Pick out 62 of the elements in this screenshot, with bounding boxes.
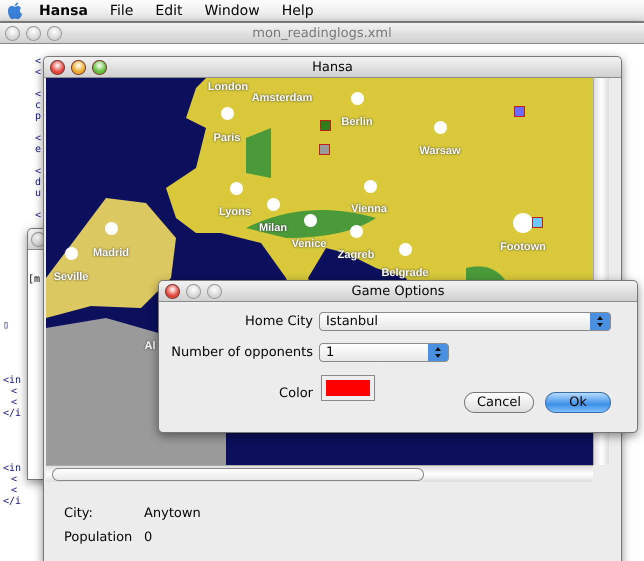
code-fragment: <	[35, 210, 42, 221]
city-label: Seville	[54, 271, 88, 283]
city-label: Paris	[214, 132, 240, 144]
close-button[interactable]	[50, 60, 65, 74]
city-label: Footown	[500, 241, 546, 253]
code-fragment: <	[35, 166, 42, 177]
menu-item[interactable]: Help	[270, 2, 325, 18]
field-label: Color	[278, 386, 313, 401]
code-fragment: <	[35, 89, 42, 100]
field-label: Home City	[244, 314, 313, 329]
menu-item[interactable]: File	[98, 2, 144, 18]
window-title: Hansa	[312, 60, 353, 74]
city-label: Venice	[292, 238, 326, 250]
code-fragment: d	[35, 177, 42, 188]
city-label: Warsaw	[419, 145, 461, 157]
apple-logo-icon[interactable]	[7, 2, 23, 20]
code-fragment: <	[35, 56, 42, 67]
code-fragment: p	[35, 111, 42, 122]
scrollbar-thumb[interactable]	[52, 468, 424, 480]
code-fragment: <in	[3, 463, 22, 474]
code-fragment: <	[10, 474, 18, 485]
code-fragment: ▯	[3, 320, 10, 331]
stepper-arrows-icon	[590, 313, 610, 330]
home-city-dropdown[interactable]: Istanbul	[319, 312, 611, 331]
info-value: Anytown	[144, 506, 202, 521]
horizontal-scrollbar[interactable]	[46, 465, 593, 482]
code-fragment: <	[10, 397, 18, 408]
menu-item[interactable]: Window	[193, 2, 271, 18]
code-fragment: [m	[28, 274, 40, 285]
info-label: City:	[64, 506, 94, 521]
window-title: mon_readinglogs.xml	[252, 26, 392, 40]
zoom-button[interactable]	[92, 60, 107, 74]
city-label: Vienna	[351, 203, 387, 215]
city-label: Berlin	[341, 116, 373, 128]
code-fragment: </i	[3, 408, 22, 419]
code-fragment: c	[35, 100, 42, 111]
window-title: Game Options	[352, 284, 444, 298]
info-label: Population	[64, 530, 134, 545]
city-label: Milan	[258, 222, 288, 234]
stepper-arrows-icon	[428, 344, 448, 361]
menu-item[interactable]: Edit	[144, 2, 194, 18]
info-value: 0	[144, 530, 154, 545]
field-label: Number of opponents	[170, 345, 313, 360]
minimize-button[interactable]	[71, 60, 86, 74]
city-label: Amsterdam	[252, 92, 312, 104]
code-fragment: e	[35, 144, 42, 155]
city-label: Al	[144, 340, 156, 352]
code-fragment: <	[10, 485, 18, 496]
opponents-dropdown[interactable]: 1	[319, 343, 449, 362]
city-label: Madrid	[92, 247, 130, 259]
city-label: London	[208, 81, 248, 93]
app-menu[interactable]: Hansa	[23, 2, 99, 18]
code-fragment: <	[35, 133, 42, 144]
cancel-button[interactable]: Cancel	[464, 392, 534, 413]
code-fragment: <	[35, 67, 42, 78]
close-button[interactable]	[165, 284, 180, 298]
code-fragment: </i	[3, 496, 22, 507]
code-fragment: u	[35, 188, 42, 199]
city-label: Lyons	[219, 206, 251, 218]
code-fragment: <in	[3, 375, 22, 386]
ok-button[interactable]: Ok	[545, 392, 611, 413]
code-fragment: <	[10, 386, 18, 397]
